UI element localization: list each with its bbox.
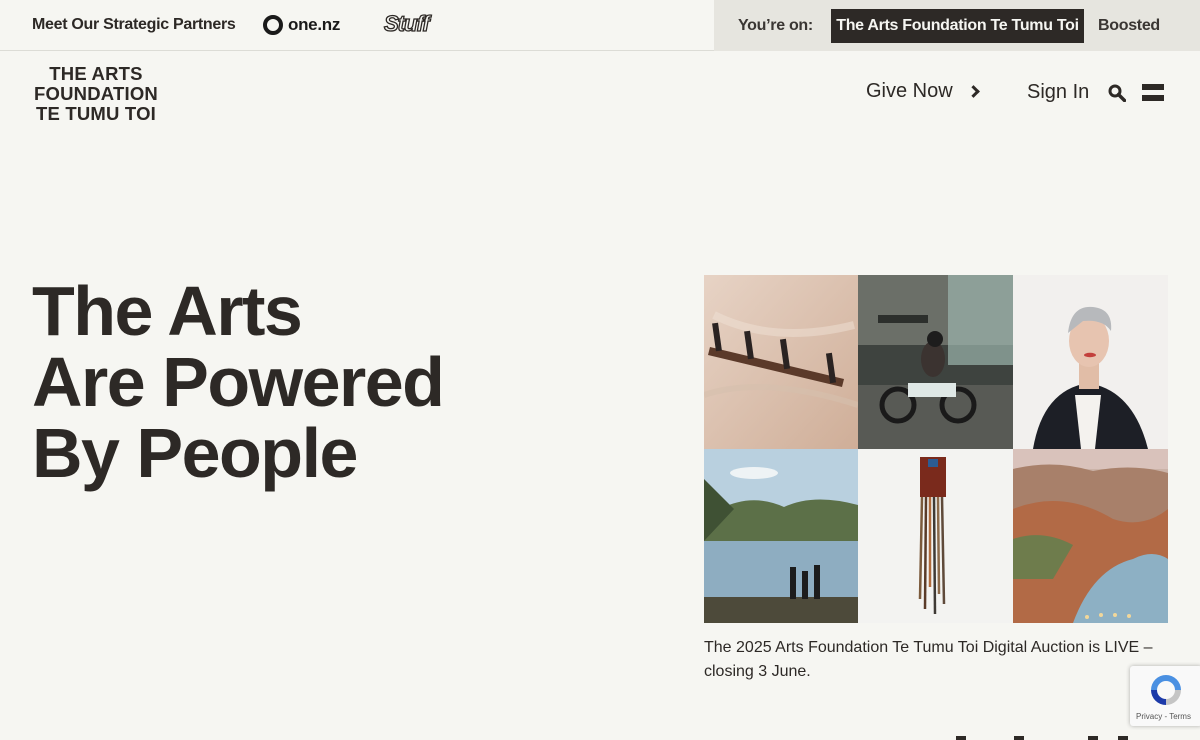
hero-image-grid[interactable]	[704, 275, 1168, 623]
site-tab-boosted[interactable]: Boosted	[1098, 17, 1160, 35]
image-lake-hikers[interactable]	[704, 449, 858, 623]
give-now-label: Give Now	[866, 80, 953, 102]
menu-icon[interactable]	[1142, 84, 1164, 101]
image-electric-motorbike[interactable]	[858, 275, 1013, 449]
image-river-canyon[interactable]	[1013, 449, 1168, 623]
partial-content-mark	[1118, 736, 1128, 740]
site-switcher: You’re on: The Arts Foundation Te Tumu T…	[714, 0, 1200, 51]
recaptcha-badge[interactable]: Privacy - Terms	[1130, 666, 1200, 726]
onenz-logo-link[interactable]: one.nz	[263, 14, 340, 36]
youre-on-label: You’re on:	[738, 17, 813, 34]
stuff-logo-link[interactable]: Stuff	[383, 10, 430, 37]
chevron-right-icon	[966, 85, 980, 98]
hero-title-line: The Arts	[32, 272, 303, 350]
menu-bar	[1142, 95, 1164, 101]
partner-bar: Meet Our Strategic Partners one.nz Stuff…	[0, 0, 1200, 51]
logo-line: FOUNDATION	[34, 83, 158, 104]
hero-title-line: Are Powered	[32, 343, 445, 421]
recaptcha-links[interactable]: Privacy - Terms	[1136, 712, 1191, 721]
partial-content-mark	[956, 736, 966, 740]
sign-in-link[interactable]: Sign In	[1027, 81, 1089, 104]
partial-content-mark	[1014, 736, 1024, 740]
hero-title-line: By People	[32, 414, 358, 492]
menu-bar	[1142, 84, 1164, 90]
hero-caption[interactable]: The 2025 Arts Foundation Te Tumu Toi Dig…	[704, 636, 1154, 684]
site-logo[interactable]: THE ARTS FOUNDATION TE TUMU TOI	[31, 64, 161, 124]
partners-label: Meet Our Strategic Partners	[32, 16, 236, 33]
site-tab-arts-foundation[interactable]: The Arts Foundation Te Tumu Toi	[831, 9, 1084, 43]
image-sculpture-hooks[interactable]	[704, 275, 858, 449]
give-now-link[interactable]: Give Now	[866, 80, 980, 103]
partial-content-mark	[1088, 736, 1098, 740]
image-woven-wall-hanging[interactable]	[858, 449, 1013, 623]
logo-line: TE TUMU TOI	[35, 103, 157, 124]
search-icon[interactable]	[1108, 84, 1126, 102]
hero-title: The Arts Are Powered By People	[32, 276, 592, 489]
recaptcha-icon	[1151, 675, 1181, 705]
logo-line: THE ARTS	[49, 63, 143, 84]
onenz-ring-icon	[263, 15, 283, 35]
image-portrait[interactable]	[1013, 275, 1168, 449]
onenz-logo-text: one.nz	[288, 15, 341, 34]
